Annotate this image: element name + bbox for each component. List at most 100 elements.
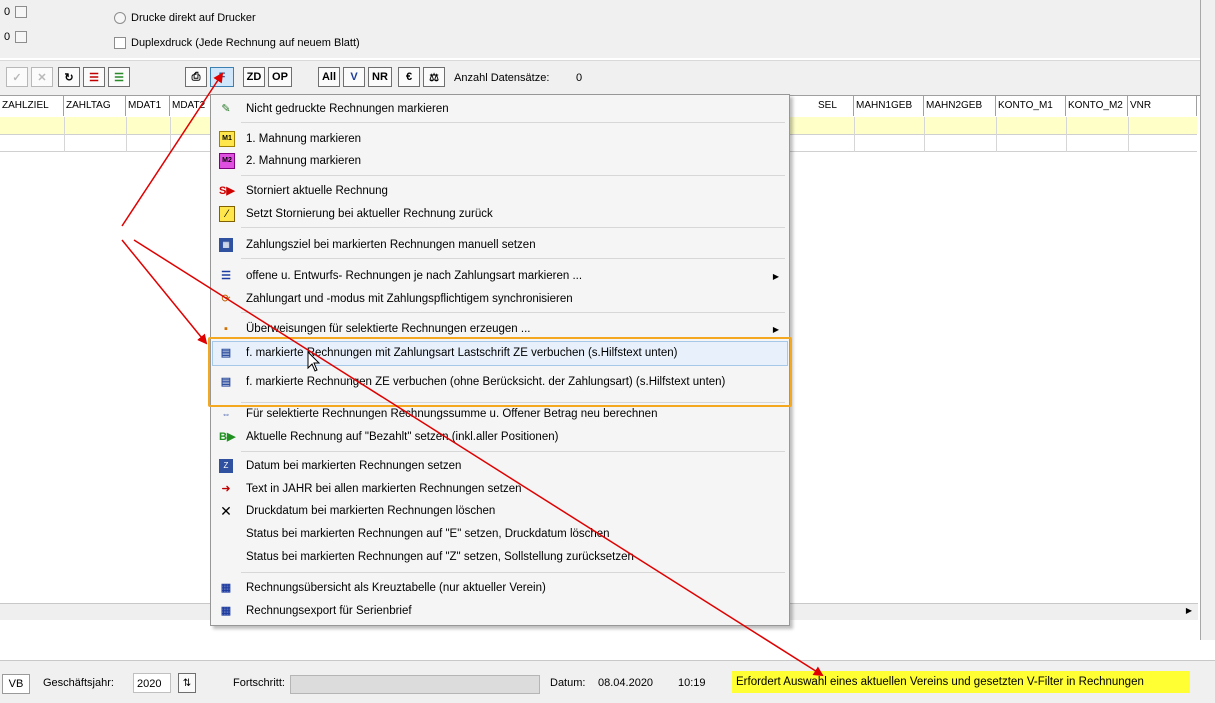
all-button[interactable]: All <box>318 67 340 87</box>
column-mdat1[interactable]: MDAT1 <box>126 96 170 116</box>
option-row-1: 0 <box>4 6 28 18</box>
discard-icon[interactable]: ✕ <box>31 67 53 87</box>
record-count-label: Anzahl Datensätze: <box>454 72 550 84</box>
menu-item-label: 2. Mahnung markieren <box>246 155 362 167</box>
duplex-label: Duplexdruck (Jede Rechnung auf neuem Bla… <box>131 37 360 49</box>
fiscal-year-field[interactable]: 2020 <box>133 673 171 693</box>
print-direct-label: Drucke direkt auf Drucker <box>131 12 256 24</box>
menu-item-create-transfers[interactable]: ▪ Überweisungen für selektierte Rechnunge… <box>211 318 787 340</box>
option-1-button[interactable] <box>15 6 28 18</box>
menu-separator <box>241 227 785 228</box>
menu-separator <box>241 175 785 176</box>
menu-item-label: Datum bei markierten Rechnungen setzen <box>246 460 462 472</box>
menu-item-mark-unprinted[interactable]: ✎ Nicht gedruckte Rechnungen markieren <box>211 98 787 120</box>
menu-item-mail-merge-export[interactable]: ▦ Rechnungsexport für Serienbrief <box>211 600 787 622</box>
grid-line <box>996 117 997 152</box>
text-year-icon: ➜ <box>221 483 231 495</box>
menu-separator <box>241 572 785 573</box>
zd-button[interactable]: ZD <box>243 67 265 87</box>
filter-list-icon[interactable]: ☰ <box>83 67 105 87</box>
op-button[interactable]: OP <box>268 67 292 87</box>
grid-line <box>1066 117 1067 152</box>
nr-button[interactable]: NR <box>368 67 392 87</box>
progress-bar <box>290 675 540 694</box>
menu-item-label: Storniert aktuelle Rechnung <box>246 185 388 197</box>
recalc-icon: ⇔ <box>221 409 231 419</box>
column-zahltag[interactable]: ZAHLTAG <box>64 96 126 116</box>
menu-separator <box>241 122 785 123</box>
menu-item-set-year-text[interactable]: ➜ Text in JAHR bei allen markierten Rechn… <box>211 478 787 500</box>
menu-item-sync-payment[interactable]: ⟳ Zahlungart und -modus mit Zahlungspflic… <box>211 288 787 310</box>
add-list-icon[interactable]: ☰ <box>108 67 130 87</box>
duplex-option[interactable]: Duplexdruck (Jede Rechnung auf neuem Bla… <box>114 37 360 49</box>
column-konto-m2[interactable]: KONTO_M2 <box>1066 96 1128 116</box>
column-vnr[interactable]: VNR <box>1128 96 1197 116</box>
menu-item-reminder-1[interactable]: M1 1. Mahnung markieren <box>211 128 787 150</box>
vb-button[interactable]: VB <box>2 674 30 694</box>
scroll-right-icon[interactable]: ▶ <box>1186 606 1192 615</box>
grid-line <box>924 117 925 152</box>
euro-icon[interactable]: € <box>398 67 420 87</box>
option-2-button[interactable] <box>15 31 28 43</box>
option-row-2: 0 <box>4 31 28 43</box>
transfer-icon: ▪ <box>224 323 228 335</box>
menu-item-label: Aktuelle Rechnung auf "Bezahlt" setzen (… <box>246 431 559 443</box>
menu-separator <box>241 258 785 259</box>
menu-item-book-direct-debit[interactable]: ▤ f. markierte Rechnungen mit Zahlungsart… <box>211 342 787 364</box>
menu-item-label: Rechnungsexport für Serienbrief <box>246 605 412 617</box>
print-direct-radio[interactable] <box>114 12 126 24</box>
menu-item-reminder-2[interactable]: M2 2. Mahnung markieren <box>211 150 787 172</box>
duplex-checkbox[interactable] <box>114 37 126 49</box>
column-sel[interactable]: SEL <box>816 96 854 116</box>
column-konto-m1[interactable]: KONTO_M1 <box>996 96 1066 116</box>
column-mdat2[interactable]: MDAT2 <box>170 96 212 116</box>
menu-item-label: Setzt Stornierung bei aktueller Rechnung… <box>246 208 493 220</box>
menu-item-label: Status bei markierten Rechnungen auf "Z"… <box>246 551 634 563</box>
menu-item-set-date[interactable]: Z Datum bei markierten Rechnungen setzen <box>211 455 787 477</box>
v-filter-button[interactable]: V <box>343 67 365 87</box>
menu-item-cross-table[interactable]: ▦ Rechnungsübersicht als Kreuztabelle (nu… <box>211 577 787 599</box>
status-hint: Erfordert Auswahl eines aktuellen Verein… <box>732 671 1190 693</box>
time-value: 10:19 <box>678 677 706 689</box>
sync-icon: ⟳ <box>221 293 231 305</box>
menu-item-label: Text in JAHR bei allen markierten Rechnu… <box>246 483 522 495</box>
column-mahn1geb[interactable]: MAHN1GEB <box>854 96 924 116</box>
menu-item-recalculate[interactable]: ⇔ Für selektierte Rechnungen Rechnungssum… <box>211 403 787 425</box>
menu-item-label: f. markierte Rechnungen ZE verbuchen (oh… <box>246 376 726 388</box>
menu-item-reset-cancel[interactable]: ⁄ Setzt Stornierung bei aktueller Rechnun… <box>211 203 787 225</box>
progress-label: Fortschritt: <box>233 677 285 689</box>
edit-icon[interactable]: ✓ <box>6 67 28 87</box>
book-payment-icon: ▤ <box>220 376 232 388</box>
date-label: Datum: <box>550 677 586 689</box>
column-mahn2geb[interactable]: MAHN2GEB <box>924 96 996 116</box>
option-1-number: 0 <box>4 6 11 18</box>
menu-item-set-paid[interactable]: B▶ Aktuelle Rechnung auf "Bezahlt" setzen… <box>211 426 787 448</box>
refresh-icon[interactable]: ↻ <box>58 67 80 87</box>
menu-item-status-e[interactable]: Status bei markierten Rechnungen auf "E"… <box>211 523 787 545</box>
reset-cancel-icon: ⁄ <box>219 206 235 222</box>
toolbar: ✓ ✕ ↻ ☰ ☰ ⎙ F ZD OP All V NR € ⚖ Anzahl … <box>0 60 1200 95</box>
menu-item-set-payment-target[interactable]: ▦ Zahlungsziel bei markierten Rechnungen … <box>211 234 787 256</box>
mark-unprinted-icon: ✎ <box>221 103 231 115</box>
record-count-value: 0 <box>576 72 583 84</box>
list-icon: ☰ <box>221 270 231 282</box>
menu-item-label: Zahlungart und -modus mit Zahlungspflich… <box>246 293 573 305</box>
column-zahlziel[interactable]: ZAHLZIEL <box>0 96 64 116</box>
year-spinner-icon[interactable]: ⇅ <box>178 673 196 693</box>
options-panel: 0 0 Drucke direkt auf Drucker Duplexdruc… <box>0 0 1200 58</box>
cancel-invoice-icon: S▶ <box>219 185 235 197</box>
menu-item-book-all-payments[interactable]: ▤ f. markierte Rechnungen ZE verbuchen (o… <box>211 371 787 393</box>
vertical-scrollbar[interactable] <box>1200 0 1215 640</box>
date-value: 08.04.2020 <box>598 677 654 689</box>
menu-item-label: Status bei markierten Rechnungen auf "E"… <box>246 528 610 540</box>
menu-item-mark-open-drafts[interactable]: ☰ offene u. Entwurfs- Rechnungen je nach … <box>211 265 787 287</box>
scale-icon[interactable]: ⚖ <box>423 67 445 87</box>
menu-item-delete-print-date[interactable]: ✕ Druckdatum bei markierten Rechnungen lö… <box>211 500 787 522</box>
print-icon[interactable]: ⎙ <box>185 67 207 87</box>
menu-item-status-z[interactable]: Status bei markierten Rechnungen auf "Z"… <box>211 546 787 568</box>
print-direct-option[interactable]: Drucke direkt auf Drucker <box>114 12 256 24</box>
table-icon: ▦ <box>220 605 232 617</box>
menu-item-cancel-invoice[interactable]: S▶ Storniert aktuelle Rechnung <box>211 180 787 202</box>
menu-item-label: offene u. Entwurfs- Rechnungen je nach Z… <box>246 270 583 282</box>
functions-menu-icon[interactable]: F <box>210 67 234 87</box>
